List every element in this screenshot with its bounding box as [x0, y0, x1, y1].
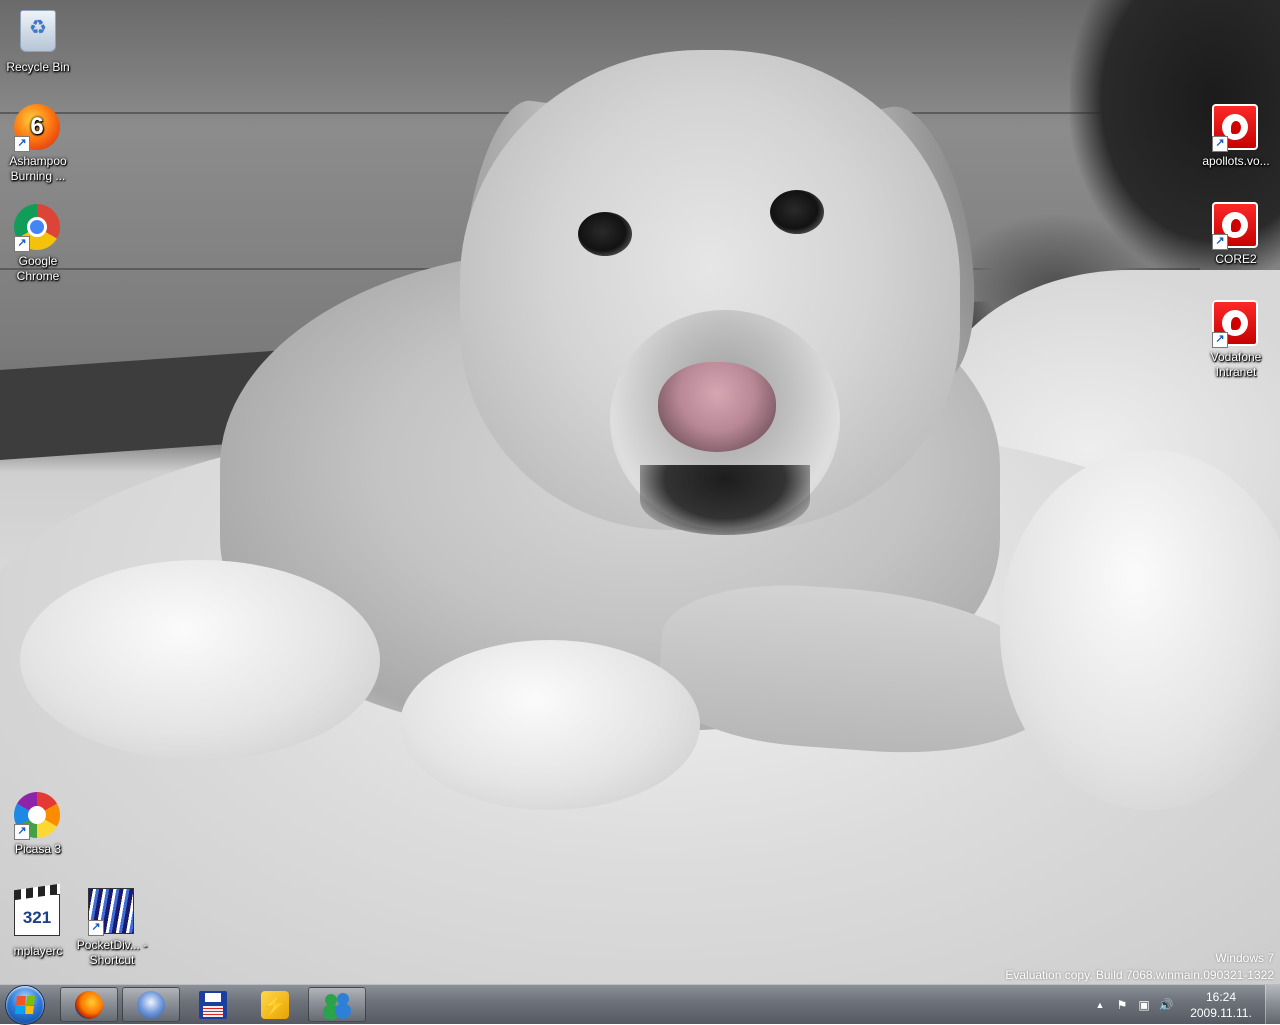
taskbar-save-tool[interactable] — [184, 987, 242, 1022]
clock-date: 2009.11.11. — [1190, 1006, 1252, 1020]
winamp-icon — [261, 990, 289, 1019]
icon-label: mplayerc — [13, 944, 63, 958]
shortcut-arrow-icon: ↗ — [1212, 234, 1228, 250]
vodafone-icon: ↗ — [1212, 300, 1260, 348]
shortcut-arrow-icon: ↗ — [88, 920, 104, 936]
windows-logo-icon — [15, 996, 35, 1014]
desktop-icon-pocketdivx[interactable]: ↗ PocketDiv... - Shortcut — [74, 888, 150, 968]
taskbar: ▲ ⚑ ▣ 🔊 16:24 2009.11.11. — [0, 984, 1280, 1025]
snow-mound — [1000, 450, 1280, 810]
watermark-title: Windows 7 — [1215, 951, 1274, 965]
desktop-icon-apollots[interactable]: ↗ apollots.vo... — [1198, 104, 1274, 169]
desktop[interactable]: Recycle Bin 6 ↗ Ashampoo Burning ... ↗ G… — [0, 0, 1280, 984]
pocketdivx-icon: ↗ — [88, 888, 136, 936]
snow-mound — [20, 560, 380, 760]
dog-eye-left — [578, 212, 632, 256]
taskbar-winamp[interactable] — [246, 987, 304, 1022]
messenger-icon — [323, 991, 351, 1019]
show-hidden-icons-arrow-icon[interactable]: ▲ — [1089, 994, 1111, 1016]
mplayerc-icon: 321 — [14, 894, 62, 942]
thunderbird-icon — [137, 990, 165, 1019]
clock-time: 16:24 — [1205, 990, 1237, 1004]
floppy-disk-icon — [199, 990, 227, 1019]
system-tray: ▲ ⚑ ▣ 🔊 16:24 2009.11.11. — [1089, 985, 1280, 1025]
desktop-icon-recycle-bin[interactable]: Recycle Bin — [0, 6, 76, 75]
desktop-icon-ashampoo[interactable]: 6 ↗ Ashampoo Burning ... — [0, 104, 76, 184]
desktop-icon-picasa[interactable]: ↗ Picasa 3 — [0, 792, 76, 857]
vodafone-icon: ↗ — [1212, 202, 1260, 250]
shortcut-arrow-icon: ↗ — [1212, 136, 1228, 152]
action-center-flag-icon[interactable]: ⚑ — [1111, 994, 1133, 1016]
icon-label: Google Chrome — [16, 254, 60, 283]
start-button[interactable] — [6, 986, 44, 1024]
desktop-icon-vodafone-intranet[interactable]: ↗ Vodafone Intranet — [1198, 300, 1274, 380]
shortcut-arrow-icon: ↗ — [14, 236, 30, 252]
windows-watermark: Windows 7 Evaluation copy. Build 7068.wi… — [1005, 950, 1274, 984]
icon-label: Recycle Bin — [6, 60, 70, 74]
picasa-icon: ↗ — [14, 792, 62, 840]
shortcut-arrow-icon: ↗ — [1212, 332, 1228, 348]
show-desktop-button[interactable] — [1265, 985, 1280, 1025]
chrome-icon: ↗ — [14, 204, 62, 252]
dog-eye-right — [770, 190, 824, 234]
shortcut-arrow-icon: ↗ — [14, 136, 30, 152]
snow-mound — [400, 640, 700, 810]
icon-label: Picasa 3 — [14, 842, 62, 856]
icon-label: Vodafone Intranet — [1210, 350, 1262, 379]
dog-mouth — [640, 465, 810, 535]
vodafone-icon: ↗ — [1212, 104, 1260, 152]
recycle-bin-icon — [14, 10, 62, 58]
desktop-icon-chrome[interactable]: ↗ Google Chrome — [0, 204, 76, 284]
icon-label: PocketDiv... - Shortcut — [76, 938, 148, 967]
shortcut-arrow-icon: ↗ — [14, 824, 30, 840]
network-icon[interactable]: ▣ — [1133, 994, 1155, 1016]
icon-label: CORE2 — [1215, 252, 1257, 266]
volume-icon[interactable]: 🔊 — [1155, 994, 1177, 1016]
taskbar-firefox[interactable] — [60, 987, 118, 1022]
icon-label: Ashampoo Burning ... — [9, 154, 67, 183]
taskbar-messenger[interactable] — [308, 987, 366, 1022]
desktop-icon-core2[interactable]: ↗ CORE2 — [1198, 202, 1274, 267]
taskbar-thunderbird[interactable] — [122, 987, 180, 1022]
watermark-build: Evaluation copy. Build 7068.winmain.0903… — [1005, 968, 1274, 982]
dog-nose — [658, 362, 776, 452]
clock[interactable]: 16:24 2009.11.11. — [1185, 989, 1257, 1021]
icon-label: apollots.vo... — [1202, 154, 1270, 168]
mplayer-badge: 321 — [14, 894, 60, 936]
ashampoo-burning-icon: 6 ↗ — [14, 104, 62, 152]
desktop-icon-mplayerc[interactable]: 321 mplayerc — [0, 890, 76, 959]
firefox-icon — [75, 990, 103, 1019]
